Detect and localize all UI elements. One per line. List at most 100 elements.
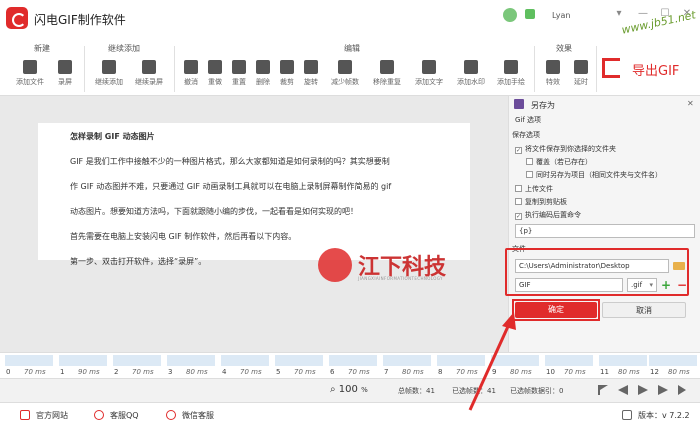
chevron-down-icon[interactable]: ▾ bbox=[612, 8, 626, 20]
rotate-icon bbox=[304, 60, 318, 74]
add-drawing-button[interactable]: 添加手绘 bbox=[496, 60, 526, 94]
wechat-service-link[interactable]: 微信客服 bbox=[182, 410, 214, 421]
frame-item[interactable]: 11 80 ms bbox=[596, 355, 650, 377]
username[interactable]: Lyan bbox=[552, 11, 570, 20]
option-save-project[interactable]: 同时另存为项目（相同文件夹与文件名） bbox=[526, 170, 662, 180]
monitor-icon bbox=[20, 410, 30, 420]
wechat-icon[interactable] bbox=[525, 9, 535, 19]
frame-item[interactable]: 6 70 ms bbox=[326, 355, 380, 377]
group-label-continue: 继续添加 bbox=[108, 44, 140, 53]
last-frame-icon[interactable] bbox=[678, 385, 686, 395]
doc-line: 作 GIF 动态图并不难，只要通过 GIF 动画录制工具就可以在电脑上录制屏幕制… bbox=[70, 182, 392, 191]
wechat-icon bbox=[166, 410, 176, 420]
frame-item[interactable]: 3 80 ms bbox=[164, 355, 218, 377]
checkbox[interactable]: ✓ bbox=[515, 147, 522, 154]
qq-service-link[interactable]: 客服QQ bbox=[110, 410, 139, 421]
option-overwrite[interactable]: 覆盖（若已存在） bbox=[526, 157, 592, 167]
download-icon[interactable] bbox=[622, 410, 632, 420]
save-options-label: 保存选项 bbox=[512, 131, 540, 139]
frame-item[interactable]: 9 80 ms bbox=[488, 355, 542, 377]
add-watermark-button[interactable]: 添加水印 bbox=[456, 60, 486, 94]
frame-item[interactable]: 1 90 ms bbox=[56, 355, 110, 377]
undo-icon bbox=[184, 60, 198, 74]
add-file-button[interactable]: 添加文件 bbox=[15, 60, 45, 94]
option-run-command[interactable]: ✓ 执行编码后置命令 bbox=[515, 210, 581, 220]
selected-frames: 已选帧数：41 bbox=[452, 387, 496, 395]
continue-add-button[interactable]: 继续添加 bbox=[94, 60, 124, 94]
user-avatar[interactable] bbox=[503, 8, 517, 22]
total-frames: 总帧数：41 bbox=[398, 387, 435, 395]
doc-line: 首先需要在电脑上安装闪电 GIF 制作软件，然后再看以下内容。 bbox=[70, 232, 297, 241]
next-frame-icon[interactable] bbox=[658, 385, 668, 395]
trash-icon bbox=[256, 60, 270, 74]
official-site-link[interactable]: 官方网站 bbox=[36, 410, 68, 421]
reduce-frames-icon bbox=[338, 60, 352, 74]
clock-icon bbox=[574, 60, 588, 74]
export-gif-button[interactable]: 导出GIF bbox=[596, 52, 688, 86]
brand-logo-icon bbox=[318, 248, 352, 282]
pen-icon bbox=[504, 60, 518, 74]
camera-icon bbox=[142, 60, 156, 74]
frame-item[interactable]: 7 80 ms bbox=[380, 355, 434, 377]
search-icon: ⌕ bbox=[330, 384, 339, 395]
rotate-button[interactable]: 旋转 bbox=[296, 60, 326, 94]
close-icon[interactable]: ✕ bbox=[687, 99, 694, 108]
panel-header: 另存为 ✕ bbox=[509, 96, 700, 112]
doc-line: GIF 是我们工作中接触不少的一种图片格式，那么大家都知道是如何录制的吗？其实想… bbox=[70, 157, 390, 166]
text-icon bbox=[422, 60, 436, 74]
preview-canvas[interactable]: 怎样录制 GIF 动态图片 GIF 是我们工作中接触不少的一种图片格式，那么大家… bbox=[0, 96, 508, 352]
ok-button[interactable]: 确定 bbox=[515, 302, 597, 318]
delay-button[interactable]: 延时 bbox=[566, 60, 596, 94]
watermark-icon bbox=[464, 60, 478, 74]
option-save-to-folder[interactable]: ✓ 将文件保存到你选择的文件夹 bbox=[515, 144, 616, 154]
frame-item[interactable]: 2 70 ms bbox=[110, 355, 164, 377]
remove-duplicates-button[interactable]: 移除重复 bbox=[372, 60, 402, 94]
option-copy-clipboard[interactable]: 复制到剪贴板 bbox=[515, 197, 567, 207]
app-logo-icon bbox=[6, 7, 28, 29]
checkbox[interactable]: ✓ bbox=[515, 213, 522, 220]
frame-item[interactable]: 5 70 ms bbox=[272, 355, 326, 377]
file-highlight-box bbox=[505, 248, 689, 296]
qq-icon bbox=[94, 410, 104, 420]
first-frame-icon[interactable] bbox=[598, 385, 608, 395]
command-input[interactable]: {p} bbox=[515, 224, 695, 238]
reduce-frames-button[interactable]: 减少帧数 bbox=[330, 60, 360, 94]
checkbox[interactable] bbox=[515, 198, 522, 205]
magic-wand-icon bbox=[546, 60, 560, 74]
status-bar: ⌕ 100 % 总帧数：41 已选帧数：41 已选帧数据引：0 bbox=[0, 378, 700, 402]
add-text-button[interactable]: 添加文字 bbox=[414, 60, 444, 94]
zoom-control[interactable]: ⌕ 100 % bbox=[330, 384, 368, 395]
cancel-button[interactable]: 取消 bbox=[602, 302, 686, 318]
record-screen-button[interactable]: 录屏 bbox=[50, 60, 80, 94]
export-icon bbox=[602, 58, 620, 78]
app-title: 闪电GIF制作软件 bbox=[34, 13, 126, 27]
checkbox[interactable] bbox=[526, 171, 533, 178]
camera-icon bbox=[58, 60, 72, 74]
save-icon bbox=[514, 99, 524, 109]
prev-frame-icon[interactable] bbox=[618, 385, 628, 395]
group-label-edit: 编辑 bbox=[344, 44, 360, 53]
option-upload[interactable]: 上传文件 bbox=[515, 184, 553, 194]
frame-item[interactable]: 8 70 ms bbox=[434, 355, 488, 377]
checkbox[interactable] bbox=[526, 158, 533, 165]
brand-subtitle: JIANGXIAINFORMATIONTECHNOLOGY bbox=[358, 276, 443, 281]
title-bar: 闪电GIF制作软件 Lyan ▾ — ☐ ✕ www.jb51.net bbox=[0, 0, 700, 40]
preview-document: 怎样录制 GIF 动态图片 GIF 是我们工作中接触不少的一种图片格式，那么大家… bbox=[38, 123, 470, 266]
group-label-new: 新建 bbox=[34, 44, 50, 53]
group-label-effects: 效果 bbox=[556, 44, 572, 53]
selected-count: 已选帧数据引：0 bbox=[510, 387, 564, 395]
redo-icon bbox=[208, 60, 222, 74]
checkbox[interactable] bbox=[515, 185, 522, 192]
continue-record-button[interactable]: 继续录屏 bbox=[134, 60, 164, 94]
gif-options-label: Gif 选项 bbox=[515, 116, 542, 124]
doc-title: 怎样录制 GIF 动态图片 bbox=[70, 132, 155, 141]
frame-item[interactable]: 12 80 ms bbox=[646, 355, 700, 377]
frame-item[interactable]: 0 70 ms bbox=[2, 355, 56, 377]
play-icon[interactable] bbox=[638, 385, 648, 395]
app-window: 闪电GIF制作软件 Lyan ▾ — ☐ ✕ www.jb51.net 新建 添… bbox=[0, 0, 700, 426]
doc-line: 第一步、双击打开软件，选择“录屏”。 bbox=[70, 257, 207, 266]
frame-item[interactable]: 10 70 ms bbox=[542, 355, 596, 377]
frame-strip: 0 70 ms 1 90 ms 2 70 ms 3 80 ms 4 70 ms 5 70 m… bbox=[0, 352, 700, 378]
frame-item[interactable]: 4 70 ms bbox=[218, 355, 272, 377]
file-icon bbox=[23, 60, 37, 74]
